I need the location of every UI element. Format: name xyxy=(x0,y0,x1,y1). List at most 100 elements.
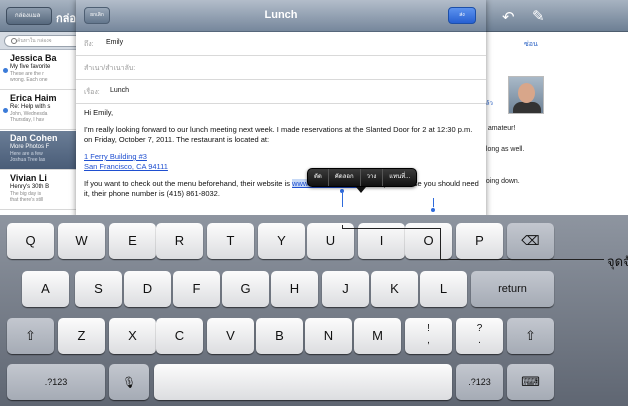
mail-sender: Vivian Li xyxy=(10,173,47,183)
microphone-icon: 🎙 xyxy=(122,377,136,389)
mail-subject: More Photos F xyxy=(10,144,50,150)
key-n[interactable]: N xyxy=(305,318,352,354)
onscreen-keyboard: Q W E R T Y U I O P ⌫ A S D F G H J K L … xyxy=(0,215,628,406)
mail-list-item[interactable]: Vivian Li Henry's 30th B The big day is t… xyxy=(0,171,80,210)
send-button[interactable]: ส่ง xyxy=(448,7,476,24)
subject-label: เรื่อง: xyxy=(84,89,100,96)
shift-key-left[interactable]: ⇧ xyxy=(7,318,54,354)
search-placeholder: ค้นหาใน กล่องจ xyxy=(17,38,52,44)
unread-dot-icon xyxy=(3,68,8,73)
reply-icon[interactable]: ↶ xyxy=(502,8,515,26)
key-w[interactable]: W xyxy=(58,223,105,259)
mailbox-title: กล่อ xyxy=(56,13,77,25)
key-x[interactable]: X xyxy=(109,318,156,354)
mail-subject: Re: Help with s xyxy=(10,104,51,110)
mail-sender: Jessica Ba xyxy=(10,53,57,63)
to-value: Emily xyxy=(106,39,124,46)
message-pane: ↶ ✎ ซ่อน แล้ว n amateur! along as well. … xyxy=(482,0,628,215)
hide-details-link[interactable]: ซ่อน xyxy=(524,39,538,50)
keyboard-hide-icon: ⌨ xyxy=(521,374,540,389)
mail-sender: Dan Cohen xyxy=(10,133,58,143)
message-toolbar: ↶ ✎ xyxy=(482,0,628,32)
key-y[interactable]: Y xyxy=(258,223,305,259)
dictation-key[interactable]: 🎙 xyxy=(109,364,149,400)
key-a[interactable]: A xyxy=(22,271,69,307)
numbers-key-right[interactable]: .?123 xyxy=(456,364,503,400)
greeting: Hi Emily, xyxy=(84,108,114,117)
delete-key[interactable]: ⌫ xyxy=(507,223,554,259)
pane-text-line: going down. xyxy=(482,178,520,185)
delete-icon: ⌫ xyxy=(521,233,540,248)
address-link-line2[interactable]: San Francisco, CA 94111 xyxy=(84,162,168,171)
key-f[interactable]: F xyxy=(173,271,220,307)
key-b[interactable]: B xyxy=(256,318,303,354)
unread-dot-icon xyxy=(3,108,8,113)
compose-icon[interactable]: ✎ xyxy=(532,7,545,25)
key-m[interactable]: M xyxy=(354,318,401,354)
address-link-line1[interactable]: 1 Ferry Building #3 xyxy=(84,152,147,161)
return-key[interactable]: return xyxy=(471,271,554,307)
hide-keyboard-key[interactable]: ⌨ xyxy=(507,364,554,400)
mail-list-item[interactable]: Erica Haim Re: Help with s John, Wednesd… xyxy=(0,91,80,130)
message-body[interactable]: Hi Emily, I'm really looking forward to … xyxy=(84,108,480,206)
edit-paste-item[interactable]: วาง xyxy=(361,169,384,186)
shift-icon: ⇧ xyxy=(525,328,536,343)
cc-label: สำเนา/สำเนาลับ: xyxy=(84,65,136,72)
edit-copy-item[interactable]: คัดลอก xyxy=(329,169,361,186)
address-block: 1 Ferry Building #3 San Francisco, CA 94… xyxy=(84,152,480,172)
search-bar: ค้นหาใน กล่องจ xyxy=(0,32,94,50)
key-j[interactable]: J xyxy=(322,271,369,307)
selection-end-handle[interactable] xyxy=(430,207,436,213)
key-q[interactable]: Q xyxy=(7,223,54,259)
mail-preview: These are the r wrong. Each one xyxy=(10,71,48,83)
edit-menu: ตัด คัดลอก วาง แทนที่... xyxy=(307,168,418,187)
mail-subject: Henry's 30th B xyxy=(10,184,50,190)
key-c[interactable]: C xyxy=(156,318,203,354)
key-e[interactable]: E xyxy=(109,223,156,259)
mail-list-item-selected[interactable]: Dan Cohen More Photos F Here are a few Jo… xyxy=(0,131,80,170)
mail-subject: My five favorite xyxy=(10,64,51,70)
edit-replace-item[interactable]: แทนที่... xyxy=(383,169,416,186)
compose-title: Lunch xyxy=(264,9,298,21)
mail-preview: John, Wednesda Thursday, I hav xyxy=(10,111,48,123)
list-toolbar: กล่องแมล กล่อ xyxy=(0,0,80,32)
mail-preview: Here are a few Joshua Tree las xyxy=(10,151,46,163)
subject-value: Lunch xyxy=(110,87,130,94)
numbers-key-left[interactable]: .?123 xyxy=(7,364,105,400)
key-l[interactable]: L xyxy=(420,271,467,307)
callout-label: จุดจับ xyxy=(607,254,628,269)
ipad-screen: กล่องแมล กล่อ ค้นหาใน กล่องจ Jessica Ba … xyxy=(0,0,628,406)
key-question-period[interactable]: ?. xyxy=(456,318,503,354)
avatar xyxy=(508,76,544,114)
compose-toolbar: ยกเลิก Lunch ส่ง xyxy=(76,0,486,32)
key-k[interactable]: K xyxy=(371,271,418,307)
key-r[interactable]: R xyxy=(156,223,203,259)
shift-icon: ⇧ xyxy=(25,328,36,343)
to-field[interactable]: ถึง: Emily xyxy=(76,32,486,56)
selection-start-stem xyxy=(341,193,343,207)
mailbox-list: กล่องแมล กล่อ ค้นหาใน กล่องจ Jessica Ba … xyxy=(0,0,94,215)
pane-text-line: n amateur! xyxy=(482,125,516,132)
callout-line xyxy=(342,228,440,229)
cc-field[interactable]: สำเนา/สำเนาลับ: xyxy=(76,56,486,80)
mail-list-item[interactable]: Jessica Ba My five favorite These are th… xyxy=(0,51,80,90)
shift-key-right[interactable]: ⇧ xyxy=(507,318,554,354)
mail-preview: The big day is that there's still xyxy=(10,191,44,203)
mailboxes-back-button[interactable]: กล่องแมล xyxy=(6,7,52,25)
key-p[interactable]: P xyxy=(456,223,503,259)
body-paragraph: I'm really looking forward to our lunch … xyxy=(84,125,473,144)
key-s[interactable]: S xyxy=(75,271,122,307)
search-icon xyxy=(11,38,17,44)
key-z[interactable]: Z xyxy=(58,318,105,354)
key-d[interactable]: D xyxy=(124,271,171,307)
key-exclamation-comma[interactable]: !, xyxy=(405,318,452,354)
subject-field[interactable]: เรื่อง: Lunch xyxy=(76,80,486,104)
space-bar[interactable] xyxy=(154,364,452,400)
callout-line xyxy=(440,228,441,259)
key-g[interactable]: G xyxy=(222,271,269,307)
key-h[interactable]: H xyxy=(271,271,318,307)
key-v[interactable]: V xyxy=(207,318,254,354)
key-t[interactable]: T xyxy=(207,223,254,259)
compose-sheet: ยกเลิก Lunch ส่ง ถึง: Emily สำเนา/สำเนาล… xyxy=(76,0,486,221)
edit-cut-item[interactable]: ตัด xyxy=(308,169,329,186)
